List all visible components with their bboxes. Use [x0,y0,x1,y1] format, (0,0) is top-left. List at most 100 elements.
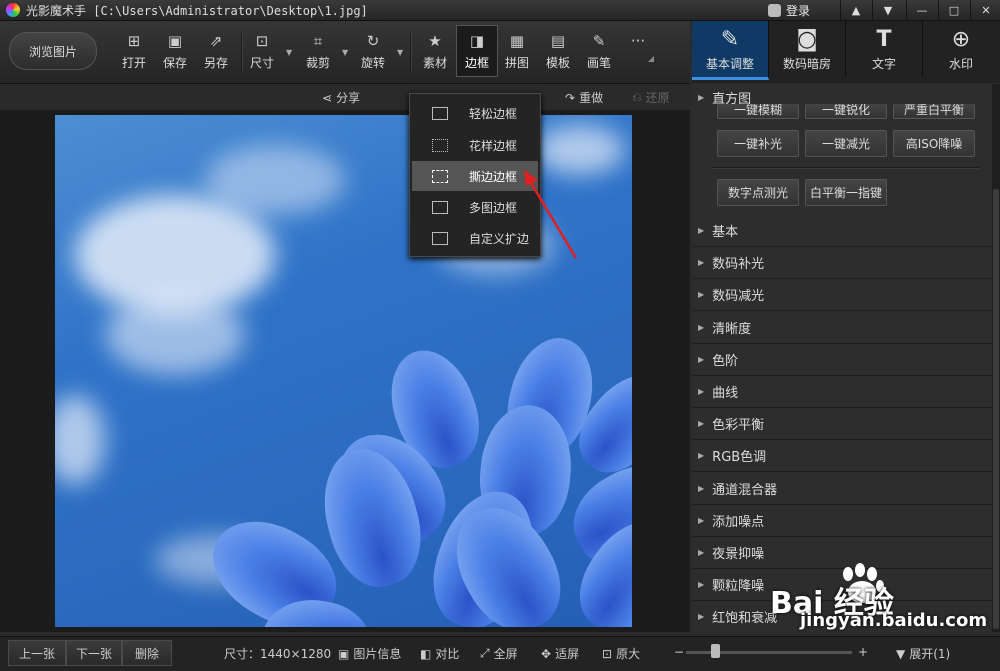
open-icon: ⊞ [127,32,141,50]
browse-images-button[interactable]: 浏览图片 [9,32,97,70]
panel-scrollbar[interactable] [992,84,1000,632]
high-iso-denoise-button[interactable]: 高ISO降噪 [893,130,975,157]
adjust-section-header[interactable]: ▶ 数码补光 [692,247,992,280]
adjust-section-header[interactable]: ▶ 数码减光 [692,279,992,312]
expand-filmstrip-button[interactable]: ▼ 展开(1) [896,645,950,662]
tab-darkroom[interactable]: ◙ 数码暗房 [769,21,846,77]
scrollbar-thumb[interactable] [993,189,999,629]
maximize-button[interactable]: □ [938,0,969,20]
fit-screen-button[interactable]: ✥ 适屏 [541,645,579,662]
tab-darkroom-label: 数码暗房 [782,57,831,71]
open-label: 打开 [121,56,146,70]
more-icon: ··· [630,32,646,50]
border-button[interactable]: ◨ 边框 [456,25,498,77]
fullscreen-label: 全屏 [493,647,518,661]
collage-label: 拼图 [504,56,529,70]
adjust-section-header[interactable]: ▶ 颗粒降噪 [692,569,992,602]
collage-button[interactable]: ▦ 拼图 [497,26,537,76]
adjust-section-header[interactable]: ▶ RGB色调 [692,440,992,473]
next-image-button[interactable]: 下一张 [66,640,122,666]
expand-label: 展开(1) [909,647,951,661]
redo-button[interactable]: ↷ 重做 [565,89,603,106]
expand-arrow-icon: ▶ [698,483,705,493]
zoom-in-icon[interactable]: + [858,645,868,659]
tab-text[interactable]: T 文字 [846,21,923,77]
rotate-button[interactable]: ↻ 旋转 [353,26,393,76]
one-key-fill-light-button[interactable]: 一键补光 [717,130,799,157]
save-as-label: 另存 [203,56,228,70]
image-info-label: 图片信息 [353,647,402,661]
restore-button[interactable]: ⎌ 还原 [632,89,670,106]
material-label: 素材 [422,56,447,70]
open-button[interactable]: ⊞ 打开 [114,26,154,76]
brush-button[interactable]: ✎ 画笔 [579,26,619,76]
save-button[interactable]: ▣ 保存 [155,26,195,76]
prev-image-button[interactable]: 上一张 [8,640,66,666]
adjust-section-header[interactable]: ▶ 色彩平衡 [692,408,992,441]
crop-dropdown-icon[interactable]: ▼ [342,48,348,57]
delete-button[interactable]: 删除 [122,640,172,666]
menu-button[interactable]: ▼ [872,0,903,20]
adjust-section-header[interactable]: ▶ 通道混合器 [692,473,992,505]
material-button[interactable]: ★ 素材 [415,26,455,76]
original-size-button[interactable]: ⊡ 原大 [602,645,640,662]
resize-label: 尺寸 [249,56,274,70]
adjust-section-header[interactable]: ▶ 红饱和衰减 [692,601,992,632]
user-avatar-icon [768,3,781,17]
adjust-section-header[interactable]: ▶ 清晰度 [692,312,992,344]
adjust-section-header[interactable]: ▶ 色阶 [692,344,992,376]
minimize-button[interactable]: — [906,0,937,20]
app-name: 光影魔术手 [26,4,87,18]
image-info-icon: ▣ [338,646,350,661]
login-button[interactable]: 登录 [768,0,810,20]
fullscreen-button[interactable]: ⤢ 全屏 [480,645,518,662]
menu-item-label: 花样边框 [469,138,518,153]
adjust-section-label: 颗粒降噪 [712,579,765,595]
digital-spot-metering-button[interactable]: 数字点测光 [717,179,799,206]
one-key-sharpen-button[interactable]: 一键锐化 [805,104,887,119]
title-bar: 光影魔术手 [C:\Users\Administrator\Desktop\1.… [0,0,1000,21]
menu-item-easy-border[interactable]: 轻松边框 [412,98,538,128]
tab-basic-adjust[interactable]: ✎ 基本调整 [692,21,769,80]
rotate-dropdown-icon[interactable]: ▼ [397,48,403,57]
tab-watermark-label: 水印 [948,57,973,71]
menu-item-fancy-border[interactable]: 花样边框 [412,130,538,160]
white-balance-button[interactable]: 严重白平衡 [893,104,975,119]
tab-text-label: 文字 [871,57,896,71]
adjust-section-label: 数码减光 [712,289,765,305]
adjust-section-label: 数码补光 [712,257,765,273]
panel-divider [712,167,980,169]
image-info-button[interactable]: ▣ 图片信息 [338,645,401,662]
brush-icon: ✎ [592,32,606,50]
menu-down-icon: ▼ [883,3,893,17]
compare-button[interactable]: ◧ 对比 [420,645,459,662]
adjust-section-header[interactable]: ▶ 夜景抑噪 [692,537,992,569]
original-size-icon: ⊡ [602,646,613,661]
crop-button[interactable]: ⌗ 裁剪 [298,26,338,76]
more-tools-button[interactable]: ··· ◢ [618,26,658,76]
save-as-button[interactable]: ⇗ 另存 [196,26,236,76]
adjust-section-header[interactable]: ▶ 基本 [692,215,992,247]
tab-watermark[interactable]: ⊕ 水印 [923,21,999,77]
skin-button[interactable]: ▲ [840,0,871,20]
crop-icon: ⌗ [313,32,323,50]
template-button[interactable]: ▤ 模板 [538,26,578,76]
expand-arrow-icon: ▶ [698,451,705,461]
custom-expand-icon [432,231,448,245]
zoom-slider-handle[interactable] [710,644,720,658]
share-button[interactable]: ⋖ 分享 [322,89,360,106]
rotate-icon: ↻ [366,32,380,50]
adjust-section-label: 夜景抑噪 [712,547,765,562]
resize-button[interactable]: ⊡ 尺寸 [242,26,282,76]
one-key-reduce-light-button[interactable]: 一键减光 [805,130,887,157]
white-balance-one-click-button[interactable]: 白平衡一指键 [805,179,887,206]
resize-dropdown-icon[interactable]: ▼ [286,48,292,57]
zoom-out-icon[interactable]: − [674,645,684,659]
one-key-blur-button[interactable]: 一键模糊 [717,104,799,119]
brush-label: 画笔 [586,56,611,70]
close-button[interactable]: ✕ [970,0,1000,20]
adjust-section-header[interactable]: ▶ 曲线 [692,376,992,408]
adjust-section-header[interactable]: ▶ 添加噪点 [692,505,992,537]
template-icon: ▤ [550,32,566,50]
compare-icon: ◧ [420,646,432,661]
